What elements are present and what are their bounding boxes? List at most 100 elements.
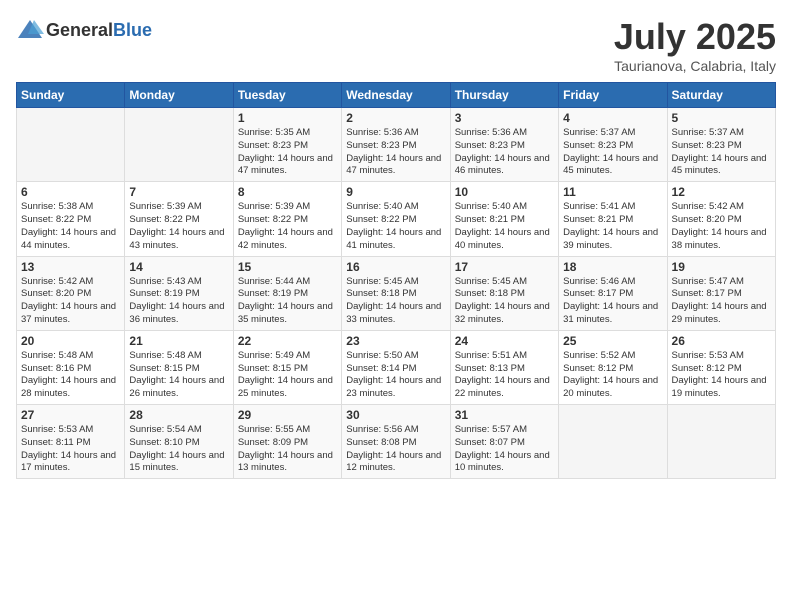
day-info: Sunrise: 5:37 AMSunset: 8:23 PMDaylight:…: [672, 127, 771, 178]
day-info: Sunrise: 5:35 AMSunset: 8:23 PMDaylight:…: [238, 127, 337, 178]
table-row: 3Sunrise: 5:36 AMSunset: 8:23 PMDaylight…: [450, 108, 558, 182]
day-info: Sunrise: 5:51 AMSunset: 8:13 PMDaylight:…: [455, 350, 554, 401]
day-number: 18: [563, 260, 662, 274]
table-row: 14Sunrise: 5:43 AMSunset: 8:19 PMDayligh…: [125, 256, 233, 330]
day-number: 24: [455, 334, 554, 348]
table-row: 5 Sunrise: 5:37 AMSunset: 8:23 PMDaylight…: [667, 108, 775, 182]
day-info: Sunrise: 5:40 AMSunset: 8:22 PMDaylight:…: [346, 201, 445, 252]
day-number: 21: [129, 334, 228, 348]
calendar-week-row: 6 Sunrise: 5:38 AMSunset: 8:22 PMDaylight…: [17, 182, 776, 256]
logo-icon: [16, 16, 44, 44]
table-row: 26Sunrise: 5:53 AMSunset: 8:12 PMDayligh…: [667, 330, 775, 404]
table-row: 1 Sunrise: 5:35 AMSunset: 8:23 PMDaylight…: [233, 108, 341, 182]
col-friday: Friday: [559, 83, 667, 108]
day-number: 12: [672, 185, 771, 199]
day-info: Sunrise: 5:45 AMSunset: 8:18 PMDaylight:…: [346, 276, 445, 327]
day-info: Sunrise: 5:46 AMSunset: 8:17 PMDaylight:…: [563, 276, 662, 327]
table-row: 21Sunrise: 5:48 AMSunset: 8:15 PMDayligh…: [125, 330, 233, 404]
table-row: 12Sunrise: 5:42 AMSunset: 8:20 PMDayligh…: [667, 182, 775, 256]
day-number: 30: [346, 408, 445, 422]
day-number: 8: [238, 185, 337, 199]
table-row: 30 Sunrise: 5:56 AMSunset: 8:08 PMDayligh…: [342, 405, 450, 479]
day-info: Sunrise: 5:39 AMSunset: 8:22 PMDaylight:…: [129, 201, 228, 252]
table-row: 9 Sunrise: 5:40 AMSunset: 8:22 PMDaylight…: [342, 182, 450, 256]
day-number: 1: [238, 111, 337, 125]
day-number: 13: [21, 260, 120, 274]
day-number: 20: [21, 334, 120, 348]
table-row: 27 Sunrise: 5:53 AMSunset: 8:11 PMDayligh…: [17, 405, 125, 479]
day-info: Sunrise: 5:36 AMSunset: 8:23 PMDaylight:…: [455, 127, 554, 178]
day-info: Sunrise: 5:50 AMSunset: 8:14 PMDaylight:…: [346, 350, 445, 401]
day-number: 10: [455, 185, 554, 199]
location-subtitle: Taurianova, Calabria, Italy: [614, 58, 776, 74]
day-info: Sunrise: 5:57 AMSunset: 8:07 PMDaylight:…: [455, 424, 554, 475]
logo-blue: Blue: [113, 20, 152, 40]
calendar-week-row: 27 Sunrise: 5:53 AMSunset: 8:11 PMDayligh…: [17, 405, 776, 479]
day-number: 23: [346, 334, 445, 348]
day-info: Sunrise: 5:41 AMSunset: 8:21 PMDaylight:…: [563, 201, 662, 252]
logo-general: General: [46, 20, 113, 40]
table-row: 10 Sunrise: 5:40 AMSunset: 8:21 PMDayligh…: [450, 182, 558, 256]
day-number: 27: [21, 408, 120, 422]
day-info: Sunrise: 5:55 AMSunset: 8:09 PMDaylight:…: [238, 424, 337, 475]
day-info: Sunrise: 5:49 AMSunset: 8:15 PMDaylight:…: [238, 350, 337, 401]
page-container: GeneralBlue July 2025 Taurianova, Calabr…: [0, 0, 792, 487]
col-tuesday: Tuesday: [233, 83, 341, 108]
day-number: 9: [346, 185, 445, 199]
table-row: 15Sunrise: 5:44 AMSunset: 8:19 PMDayligh…: [233, 256, 341, 330]
calendar-week-row: 13 Sunrise: 5:42 AMSunset: 8:20 PMDayligh…: [17, 256, 776, 330]
col-wednesday: Wednesday: [342, 83, 450, 108]
day-info: Sunrise: 5:53 AMSunset: 8:11 PMDaylight:…: [21, 424, 120, 475]
logo: GeneralBlue: [16, 16, 152, 44]
day-number: 4: [563, 111, 662, 125]
day-info: Sunrise: 5:42 AMSunset: 8:20 PMDaylight:…: [21, 276, 120, 327]
day-info: Sunrise: 5:56 AMSunset: 8:08 PMDaylight:…: [346, 424, 445, 475]
table-row: 19Sunrise: 5:47 AMSunset: 8:17 PMDayligh…: [667, 256, 775, 330]
day-number: 29: [238, 408, 337, 422]
table-row: 17Sunrise: 5:45 AMSunset: 8:18 PMDayligh…: [450, 256, 558, 330]
day-number: 28: [129, 408, 228, 422]
day-number: 31: [455, 408, 554, 422]
table-row: 11Sunrise: 5:41 AMSunset: 8:21 PMDayligh…: [559, 182, 667, 256]
day-info: Sunrise: 5:45 AMSunset: 8:18 PMDaylight:…: [455, 276, 554, 327]
calendar-table: Sunday Monday Tuesday Wednesday Thursday…: [16, 82, 776, 479]
day-number: 16: [346, 260, 445, 274]
table-row: 7 Sunrise: 5:39 AMSunset: 8:22 PMDaylight…: [125, 182, 233, 256]
table-row: 4 Sunrise: 5:37 AMSunset: 8:23 PMDaylight…: [559, 108, 667, 182]
col-monday: Monday: [125, 83, 233, 108]
day-info: Sunrise: 5:40 AMSunset: 8:21 PMDaylight:…: [455, 201, 554, 252]
title-block: July 2025 Taurianova, Calabria, Italy: [614, 16, 776, 74]
col-saturday: Saturday: [667, 83, 775, 108]
table-row: 2Sunrise: 5:36 AMSunset: 8:23 PMDaylight…: [342, 108, 450, 182]
table-row: [125, 108, 233, 182]
table-row: 23 Sunrise: 5:50 AMSunset: 8:14 PMDayligh…: [342, 330, 450, 404]
table-row: 13 Sunrise: 5:42 AMSunset: 8:20 PMDayligh…: [17, 256, 125, 330]
calendar-header-row: Sunday Monday Tuesday Wednesday Thursday…: [17, 83, 776, 108]
logo-text: GeneralBlue: [46, 20, 152, 41]
day-info: Sunrise: 5:47 AMSunset: 8:17 PMDaylight:…: [672, 276, 771, 327]
day-info: Sunrise: 5:54 AMSunset: 8:10 PMDaylight:…: [129, 424, 228, 475]
day-number: 22: [238, 334, 337, 348]
day-info: Sunrise: 5:37 AMSunset: 8:23 PMDaylight:…: [563, 127, 662, 178]
table-row: 25Sunrise: 5:52 AMSunset: 8:12 PMDayligh…: [559, 330, 667, 404]
table-row: [17, 108, 125, 182]
day-number: 5: [672, 111, 771, 125]
day-number: 7: [129, 185, 228, 199]
table-row: 18 Sunrise: 5:46 AMSunset: 8:17 PMDayligh…: [559, 256, 667, 330]
day-info: Sunrise: 5:48 AMSunset: 8:16 PMDaylight:…: [21, 350, 120, 401]
col-sunday: Sunday: [17, 83, 125, 108]
table-row: 31 Sunrise: 5:57 AMSunset: 8:07 PMDayligh…: [450, 405, 558, 479]
day-info: Sunrise: 5:39 AMSunset: 8:22 PMDaylight:…: [238, 201, 337, 252]
day-number: 6: [21, 185, 120, 199]
table-row: 22 Sunrise: 5:49 AMSunset: 8:15 PMDayligh…: [233, 330, 341, 404]
day-info: Sunrise: 5:38 AMSunset: 8:22 PMDaylight:…: [21, 201, 120, 252]
calendar-week-row: 1 Sunrise: 5:35 AMSunset: 8:23 PMDaylight…: [17, 108, 776, 182]
day-number: 14: [129, 260, 228, 274]
day-info: Sunrise: 5:52 AMSunset: 8:12 PMDaylight:…: [563, 350, 662, 401]
day-number: 26: [672, 334, 771, 348]
day-info: Sunrise: 5:36 AMSunset: 8:23 PMDaylight:…: [346, 127, 445, 178]
table-row: 29 Sunrise: 5:55 AMSunset: 8:09 PMDayligh…: [233, 405, 341, 479]
table-row: [667, 405, 775, 479]
table-row: 8 Sunrise: 5:39 AMSunset: 8:22 PMDaylight…: [233, 182, 341, 256]
table-row: 20 Sunrise: 5:48 AMSunset: 8:16 PMDayligh…: [17, 330, 125, 404]
